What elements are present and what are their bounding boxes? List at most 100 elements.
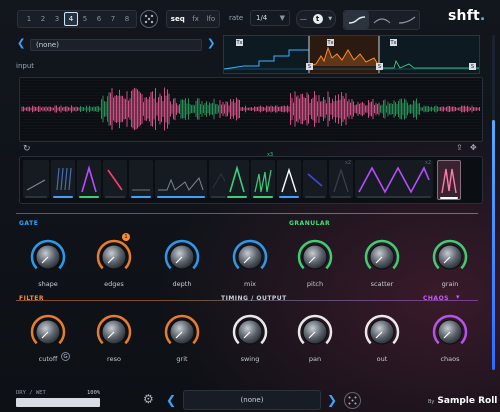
section-divider xyxy=(16,213,478,214)
knob-label-shape: shape xyxy=(38,280,58,288)
knob-label-grain: grain xyxy=(441,280,459,288)
preset-prev-button[interactable]: ❮ xyxy=(17,38,25,49)
seq-step-9[interactable]: x3 xyxy=(251,152,275,198)
trigger-mode-selector[interactable]: — t ▼ xyxy=(296,10,336,28)
slot-5[interactable]: 5 xyxy=(78,12,92,26)
knob-pitch[interactable] xyxy=(295,237,335,277)
knob-label-depth: depth xyxy=(172,280,192,288)
env-marker-2[interactable]: S xyxy=(376,63,383,70)
knob-scatter[interactable] xyxy=(362,237,402,277)
chevron-down-icon: ▼ xyxy=(279,14,285,22)
settings-gear-icon[interactable]: ⚙ xyxy=(143,392,154,406)
knob-swing[interactable] xyxy=(230,312,270,352)
env-marker-1[interactable]: S xyxy=(306,63,313,70)
slot-4[interactable]: 4 xyxy=(64,12,78,26)
seq-step-1[interactable] xyxy=(23,160,49,198)
tab-seq[interactable]: seq xyxy=(171,15,185,23)
app-logo: shft. xyxy=(448,8,486,24)
knob-out[interactable] xyxy=(362,312,402,352)
modulation-badge[interactable]: 1 xyxy=(122,233,130,241)
slot-7[interactable]: 7 xyxy=(106,12,120,26)
knob-edges[interactable] xyxy=(94,237,134,277)
knob-label-grit: grit xyxy=(176,355,188,363)
pattern-slot-selector: 1 2 3 4 5 6 7 8 xyxy=(17,10,137,28)
knob-chaos[interactable] xyxy=(430,312,470,352)
export-icon[interactable]: ⇪ xyxy=(456,143,463,152)
knob-label-pitch: pitch xyxy=(306,280,324,288)
seq-step-8[interactable] xyxy=(225,160,249,198)
knob-mix[interactable] xyxy=(230,237,270,277)
randomize-dice-button[interactable] xyxy=(140,10,158,28)
knob-label-reso: reso xyxy=(107,355,121,363)
knob-grit[interactable] xyxy=(162,312,202,352)
seq-step-5[interactable] xyxy=(129,160,153,198)
dice-icon xyxy=(144,14,154,24)
slot-1[interactable]: 1 xyxy=(22,12,36,26)
slot-2[interactable]: 2 xyxy=(36,12,50,26)
mode-tabs: seq fx lfo xyxy=(166,10,220,28)
section-label-timing-output: TIMING / OUTPUT xyxy=(221,295,287,302)
curve-ease-button[interactable] xyxy=(344,11,369,29)
curve-ease-icon xyxy=(348,16,365,24)
knob-label-scatter: scatter xyxy=(370,280,394,288)
env-tag-3[interactable]: Tx xyxy=(390,39,397,46)
section-label-chaos: CHAOS xyxy=(423,295,449,302)
chevron-down-icon: ▼ xyxy=(328,16,333,22)
bottom-preset-next-button[interactable]: ❯ xyxy=(327,393,337,407)
dice-icon xyxy=(348,396,357,405)
output-level-fill xyxy=(492,120,495,370)
output-level-meter[interactable] xyxy=(492,35,495,370)
bottom-dice-button[interactable] xyxy=(344,392,361,409)
curve-rise-button[interactable] xyxy=(394,11,419,29)
brand-label: By Sample Roll xyxy=(428,396,498,406)
curve-shape-selector xyxy=(343,10,420,30)
tab-fx[interactable]: fx xyxy=(192,15,199,23)
knob-label-swing: swing xyxy=(240,355,260,363)
knob-pan[interactable] xyxy=(295,312,335,352)
rate-select[interactable]: 1/4 ▼ xyxy=(250,10,290,26)
section-label-granular: GRANULAR xyxy=(289,220,331,227)
seq-step-10[interactable] xyxy=(277,160,301,198)
input-waveform-display[interactable] xyxy=(19,77,483,142)
curve-hill-icon xyxy=(373,18,390,24)
env-marker-3[interactable]: S xyxy=(469,63,476,70)
env-tag-1[interactable]: Tx xyxy=(236,39,243,46)
env-tag-2[interactable]: Tx xyxy=(327,39,334,46)
seq-step-2[interactable] xyxy=(51,160,75,198)
preset-select-bottom[interactable]: (none) xyxy=(183,390,321,410)
knob-label-chaos: chaos xyxy=(440,355,460,363)
curve-hill-button[interactable] xyxy=(369,11,394,29)
knob-shape[interactable] xyxy=(28,237,68,277)
bottom-preset-prev-button[interactable]: ❮ xyxy=(166,393,176,407)
section-label-filter: FILTER xyxy=(19,295,44,302)
seq-step-11[interactable] xyxy=(303,160,327,198)
preset-select-top[interactable]: (none) xyxy=(30,39,202,51)
dry-wet-fill xyxy=(16,398,100,407)
seq-step-3[interactable] xyxy=(77,160,101,198)
knob-label-pan: pan xyxy=(308,355,322,363)
dry-wet-slider[interactable] xyxy=(16,398,100,407)
cutoff-mode-chip[interactable]: G xyxy=(61,352,70,361)
slot-3[interactable]: 3 xyxy=(50,12,64,26)
envelope-graph xyxy=(224,36,479,73)
input-label: input xyxy=(16,62,35,70)
knob-grain[interactable] xyxy=(430,237,470,277)
preset-next-button[interactable]: ❯ xyxy=(207,38,215,49)
dry-wet-label: DRY / WET xyxy=(16,390,46,396)
slot-8[interactable]: 8 xyxy=(120,12,134,26)
seq-step-14[interactable] xyxy=(437,160,461,200)
seq-step-12[interactable]: x2 xyxy=(329,160,353,198)
step-sequencer: x2 x3 x2 x2 xyxy=(19,152,483,204)
seq-step-13[interactable]: x2 xyxy=(355,160,433,198)
move-icon[interactable]: ✥ xyxy=(470,143,477,152)
knob-cutoff[interactable] xyxy=(28,312,68,352)
tab-lfo[interactable]: lfo xyxy=(206,15,215,23)
knob-reso[interactable] xyxy=(94,312,134,352)
seq-step-6[interactable] xyxy=(155,160,207,198)
refresh-icon[interactable]: ↻ xyxy=(23,144,31,154)
knob-depth[interactable] xyxy=(162,237,202,277)
chaos-chevron-icon[interactable]: ▾ xyxy=(456,293,460,301)
slot-6[interactable]: 6 xyxy=(92,12,106,26)
seq-step-4[interactable] xyxy=(103,160,127,198)
envelope-overview[interactable]: Tx Tx Tx S S S xyxy=(223,35,480,74)
